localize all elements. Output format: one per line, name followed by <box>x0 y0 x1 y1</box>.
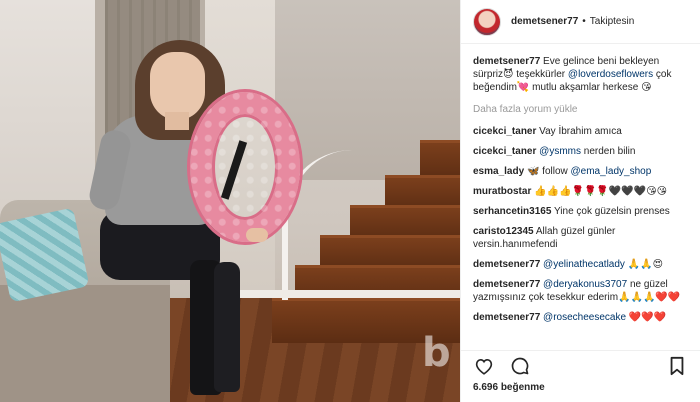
avatar[interactable] <box>473 7 501 36</box>
like-heart-icon[interactable] <box>473 355 495 377</box>
header-separator: • <box>582 16 586 27</box>
comment-mention[interactable]: @rosecheesecake <box>543 312 626 323</box>
watermark-logo: b <box>422 330 451 376</box>
comment: cicekci_taner @ysmms nerden bilin <box>473 145 688 158</box>
like-count-label: beğenme <box>500 382 545 393</box>
post-header: demetsener77 • Takiptesin <box>461 0 700 44</box>
woman-neck <box>165 112 189 130</box>
kiss-emoji: 😘 <box>641 82 652 93</box>
action-bar <box>461 350 700 380</box>
comment-text: 🙏🙏😍 <box>627 259 664 270</box>
caption-text: teşekkürler <box>516 69 566 80</box>
comment-text: Yine çok güzelsin prenses <box>554 206 670 217</box>
caption: demetsener77 Eve gelince beni bekleyen s… <box>473 55 688 94</box>
sofa-seat <box>0 285 170 402</box>
comment-username[interactable]: demetsener77 <box>473 259 540 270</box>
comment-text: 👍👍👍🌹🌹🌹🖤🖤🖤😘😘 <box>534 186 668 197</box>
load-more-comments-link[interactable]: Daha fazla yorum yükle <box>473 103 688 116</box>
comment: cicekci_taner Vay İbrahim amıca <box>473 125 688 138</box>
comment: demetsener77 @deryakonus3707 ne güzel ya… <box>473 278 688 304</box>
comment-mention[interactable]: @deryakonus3707 <box>543 279 627 290</box>
follow-status[interactable]: Takiptesin <box>590 16 634 27</box>
instagram-post: b demetsener77 • Takiptesin demetsener77… <box>0 0 700 402</box>
comment: esma_lady 🦋 follow @ema_lady_shop <box>473 165 688 178</box>
comment-username[interactable]: muratbostar <box>473 186 531 197</box>
comment-username[interactable]: demetsener77 <box>473 279 540 290</box>
post-photo[interactable]: b <box>0 0 460 402</box>
woman-face <box>150 52 205 120</box>
caption-text: mutlu akşamlar herkese <box>532 82 639 93</box>
comment-username[interactable]: cicekci_taner <box>473 126 536 137</box>
comment-mention[interactable]: @ysmms <box>539 146 581 157</box>
comment-mention[interactable]: @yelinathecatlady <box>543 259 625 270</box>
woman-hand <box>246 228 268 242</box>
comment-username[interactable]: caristo12345 <box>473 226 534 237</box>
stair-railing <box>282 150 460 300</box>
comment-mention[interactable]: @ema_lady_shop <box>571 166 652 177</box>
comment-username[interactable]: serhancetin3165 <box>473 206 551 217</box>
baseboard <box>205 290 460 298</box>
header-username[interactable]: demetsener77 <box>511 16 578 27</box>
bookmark-icon[interactable] <box>666 355 688 377</box>
comment-username[interactable]: esma_lady <box>473 166 524 177</box>
comment-username[interactable]: demetsener77 <box>473 312 540 323</box>
comment-bubble-icon[interactable] <box>509 355 531 377</box>
comment: muratbostar 👍👍👍🌹🌹🌹🖤🖤🖤😘😘 <box>473 185 688 198</box>
pillow <box>0 207 90 303</box>
like-count[interactable]: 6.696 beğenme <box>461 380 700 402</box>
comment-text: 🦋 follow <box>526 166 568 177</box>
comment: demetsener77 @rosecheesecake ❤️❤️❤️ <box>473 311 688 324</box>
caption-mention[interactable]: @loverdoseflowers <box>568 69 653 80</box>
comment: demetsener77 @yelinathecatlady 🙏🙏😍 <box>473 258 688 271</box>
comment: caristo12345 Allah güzel günler versin.h… <box>473 225 688 251</box>
devil-emoji: 😈 <box>503 69 514 80</box>
post-side-panel: demetsener77 • Takiptesin demetsener77 E… <box>460 0 700 402</box>
comment-username[interactable]: cicekci_taner <box>473 146 536 157</box>
woman-boot <box>214 262 240 392</box>
rose-heart-wreath <box>190 92 300 242</box>
comment-text: nerden bilin <box>583 146 636 157</box>
comment-list[interactable]: demetsener77 Eve gelince beni bekleyen s… <box>461 44 700 350</box>
comment-text: Vay İbrahim amıca <box>539 126 622 137</box>
wall <box>0 0 95 230</box>
caption-username[interactable]: demetsener77 <box>473 56 540 67</box>
comment: serhancetin3165 Yine çok güzelsin prense… <box>473 205 688 218</box>
heart-arrow-emoji: 💘 <box>516 82 530 93</box>
like-count-value: 6.696 <box>473 382 499 393</box>
comment-text: ❤️❤️❤️ <box>628 312 667 323</box>
